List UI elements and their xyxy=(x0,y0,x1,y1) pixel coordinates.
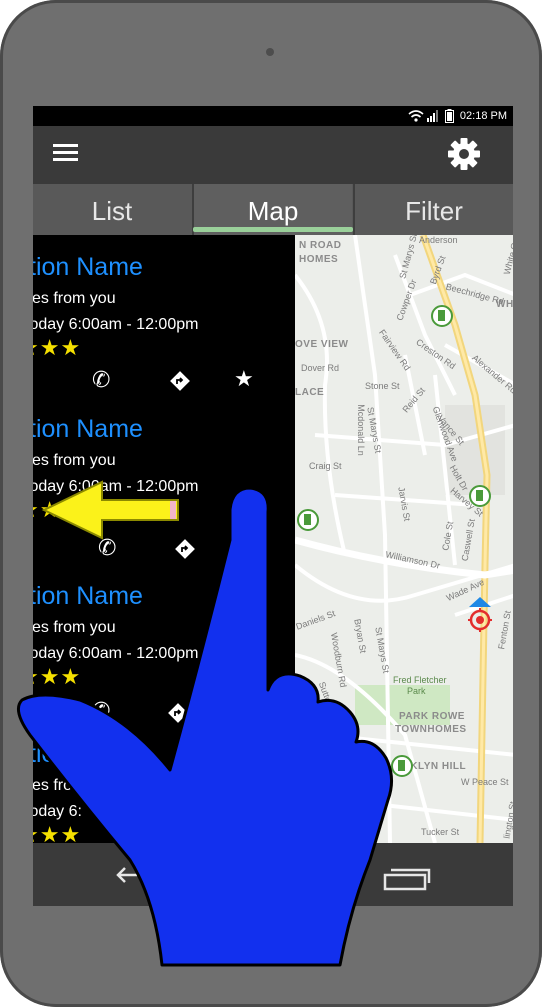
hand-pointer-icon xyxy=(16,486,393,967)
